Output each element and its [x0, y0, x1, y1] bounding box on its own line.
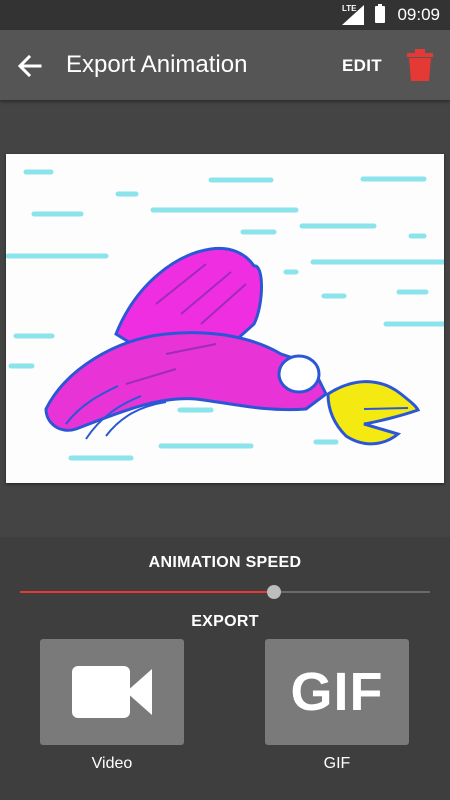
gif-label: GIF — [323, 755, 351, 772]
page-title: Export Animation — [66, 51, 248, 78]
slider-fill — [20, 591, 275, 593]
export-video-button[interactable] — [40, 639, 184, 745]
animation-preview — [5, 154, 447, 483]
battery-icon — [375, 4, 385, 23]
video-label: Video — [91, 755, 133, 772]
animation-speed-label: ANIMATION SPEED — [148, 554, 302, 571]
app-bar: Export Animation EDIT — [0, 30, 450, 100]
bird-drawing — [5, 169, 447, 461]
slider-thumb[interactable] — [267, 585, 282, 599]
export-gif-button[interactable]: GIF — [265, 639, 409, 745]
status-bar: LTE 09:09 — [0, 0, 450, 30]
arrow-left-icon[interactable] — [14, 50, 46, 82]
gif-icon: GIF — [290, 662, 384, 722]
videocam-icon — [72, 666, 152, 718]
network-type: LTE — [342, 4, 357, 13]
animation-speed-slider[interactable] — [20, 583, 430, 601]
export-label: EXPORT — [191, 613, 259, 630]
trash-icon[interactable] — [405, 48, 435, 82]
edit-button[interactable]: EDIT — [342, 56, 382, 76]
clock: 09:09 — [397, 5, 440, 24]
